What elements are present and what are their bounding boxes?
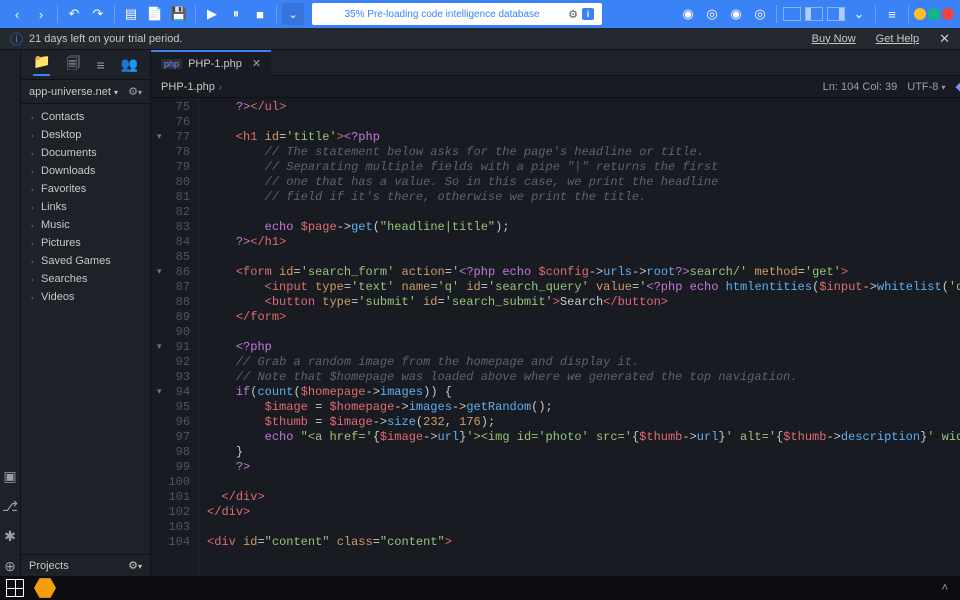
layout-dropdown[interactable]: ⌄ [848, 3, 870, 25]
maximize-button[interactable] [928, 8, 940, 20]
database-tab-icon[interactable]: ≡ [96, 57, 104, 73]
layout-left-button[interactable] [805, 7, 823, 21]
lang-badge: php [161, 59, 182, 69]
get-help-link[interactable]: Get Help [876, 33, 919, 45]
tree-item[interactable]: › Favorites [21, 180, 150, 198]
minimize-button[interactable] [914, 8, 926, 20]
nav-forward-button[interactable]: › [30, 3, 52, 25]
editor-panel: php PHP-1.php ✕ ⤢ ＋ PHP-1.php › Ln: 104 … [151, 50, 960, 576]
info-icon: ⓘ [10, 29, 23, 48]
search-gear-icon[interactable]: ⚙ [568, 8, 578, 21]
main-toolbar: ‹ › ↶ ↷ ▤ 📄 💾 ▶ ⏸ ■ ⌄ 35% Pre-loading co… [0, 0, 960, 28]
redo-button[interactable]: ↷ [87, 3, 109, 25]
trial-close-icon[interactable]: ✕ [939, 31, 950, 47]
projects-gear-icon[interactable]: ⚙▾ [128, 559, 142, 572]
windows-start-button[interactable] [6, 579, 24, 597]
tree-item[interactable]: › Desktop [21, 126, 150, 144]
record-icon[interactable]: ◉ [677, 3, 699, 25]
sidebar: 📁 🗐 ≡ 👥 app-universe.net▾ ⚙▾ › Contacts›… [21, 50, 151, 576]
editor-tabbar: php PHP-1.php ✕ ⤢ ＋ [151, 50, 960, 76]
trial-message: 21 days left on your trial period. [29, 33, 182, 45]
chart-icon[interactable]: ▣ [0, 466, 20, 486]
breadcrumb-file[interactable]: PHP-1.php [161, 81, 215, 93]
code-editor[interactable]: 757677▾787980818283848586▾8788899091▾929… [151, 98, 960, 576]
files-tab-icon[interactable]: 🗐 [66, 53, 80, 77]
save-button[interactable]: 💾 [168, 3, 190, 25]
tree-item[interactable]: › Links [21, 198, 150, 216]
circle-icon-3[interactable]: ◎ [749, 3, 771, 25]
menu-icon[interactable]: ≡ [881, 3, 903, 25]
toolbar-dropdown[interactable]: ⌄ [282, 3, 304, 25]
sidebar-footer: Projects ⚙▾ [21, 554, 150, 576]
breadcrumb-bar: PHP-1.php › Ln: 104 Col: 39 UTF-8 ▾ ◆ PH… [151, 76, 960, 98]
projects-label: Projects [29, 560, 69, 572]
open-file-button[interactable]: 📄 [144, 3, 166, 25]
tree-item[interactable]: › Downloads [21, 162, 150, 180]
pause-button[interactable]: ⏸ [225, 3, 247, 25]
tab-filename: PHP-1.php [188, 58, 242, 70]
project-gear-icon[interactable]: ⚙▾ [128, 85, 142, 98]
tree-item[interactable]: › Music [21, 216, 150, 234]
tree-item[interactable]: › Documents [21, 144, 150, 162]
undo-button[interactable]: ↶ [63, 3, 85, 25]
trial-notification-bar: ⓘ 21 days left on your trial period. Buy… [0, 28, 960, 50]
branch-icon[interactable]: ⎇ [0, 496, 20, 516]
project-name: app-universe.net [29, 86, 111, 98]
star-icon[interactable]: ✱ [0, 526, 20, 546]
folder-tab-icon[interactable]: 📁 [33, 53, 50, 76]
play-button[interactable]: ▶ [201, 3, 223, 25]
circle-icon-2[interactable]: ◉ [725, 3, 747, 25]
file-tab[interactable]: php PHP-1.php ✕ [151, 50, 271, 76]
app-taskbar-icon[interactable] [34, 577, 56, 599]
tab-close-icon[interactable]: ✕ [252, 57, 261, 70]
nav-back-button[interactable]: ‹ [6, 3, 28, 25]
search-info-icon[interactable]: i [582, 8, 594, 20]
layout-right-button[interactable] [827, 7, 845, 21]
cursor-position[interactable]: Ln: 104 Col: 39 [823, 81, 898, 93]
tree-item[interactable]: › Searches [21, 270, 150, 288]
layout-full-button[interactable] [783, 7, 801, 21]
chevron-right-icon: › [219, 82, 222, 92]
file-tree: › Contacts› Desktop› Documents› Download… [21, 104, 150, 554]
tree-item[interactable]: › Pictures [21, 234, 150, 252]
tree-item[interactable]: › Videos [21, 288, 150, 306]
globe-icon[interactable]: ⊕ [0, 556, 20, 576]
buy-now-link[interactable]: Buy Now [812, 33, 856, 45]
circle-icon-1[interactable]: ◎ [701, 3, 723, 25]
project-header[interactable]: app-universe.net▾ ⚙▾ [21, 80, 150, 104]
windows-taskbar: ˄ [0, 576, 960, 600]
left-icon-strip: ▣ ⎇ ✱ ⊕ [0, 50, 21, 576]
search-progress-text: 35% Pre-loading code intelligence databa… [320, 9, 564, 20]
code-content[interactable]: ?></ul> <h1 id='title'><?php // The stat… [199, 98, 960, 576]
line-number-gutter: 757677▾787980818283848586▾8788899091▾929… [151, 98, 199, 576]
tree-item[interactable]: › Saved Games [21, 252, 150, 270]
search-box[interactable]: 35% Pre-loading code intelligence databa… [312, 3, 602, 25]
sidebar-tabs: 📁 🗐 ≡ 👥 [21, 50, 150, 80]
stop-button[interactable]: ■ [249, 3, 271, 25]
people-tab-icon[interactable]: 👥 [121, 56, 138, 73]
close-window-button[interactable] [942, 8, 954, 20]
tray-up-icon[interactable]: ˄ [942, 582, 948, 594]
tree-item[interactable]: › Contacts [21, 108, 150, 126]
new-file-button[interactable]: ▤ [120, 3, 142, 25]
encoding-label[interactable]: UTF-8 [907, 81, 938, 93]
